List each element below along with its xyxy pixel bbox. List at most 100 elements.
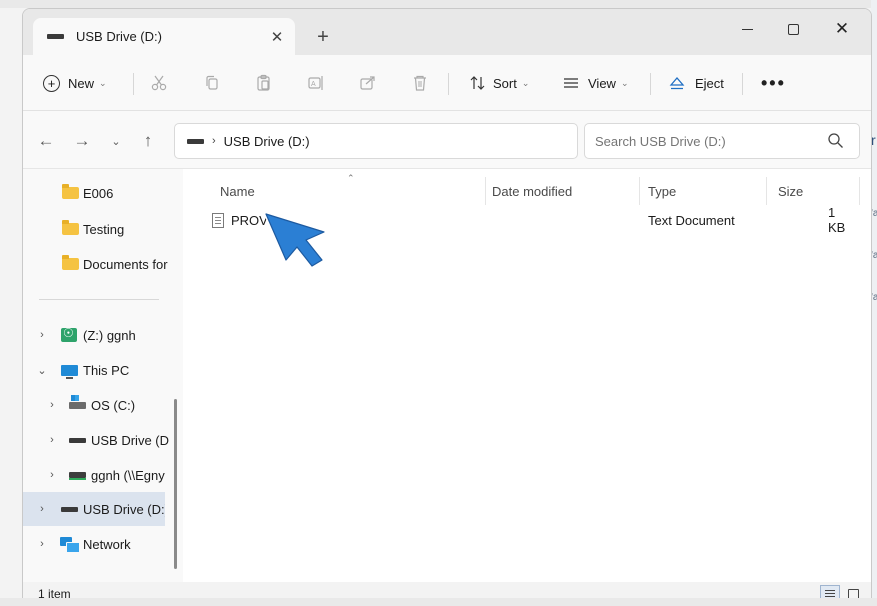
column-header-name[interactable]: Name [220,177,255,205]
up-button[interactable]: ↑ [133,126,163,156]
sidebar-item-label: OS (C:) [91,397,136,413]
pointer-arrow-icon [264,212,326,268]
new-tab-button[interactable]: + [307,23,339,51]
eject-button[interactable]: Eject [668,68,724,98]
sort-icon [470,76,485,90]
sidebar-item-os-c[interactable]: › OS (C:) [23,388,183,422]
delete-button[interactable] [406,69,434,97]
view-icon [564,78,578,88]
sidebar-item-testing[interactable]: Testing [23,212,183,246]
sidebar-item-label: Documents for [83,256,168,272]
address-row: ← → ⌄ ↑ › USB Drive (D:) ⌄ ↻ [23,111,871,169]
address-bar[interactable]: › USB Drive (D:) ⌄ ↻ [174,123,716,159]
paste-button[interactable] [250,69,278,97]
chevron-down-icon[interactable]: ⌄ [35,364,49,377]
os-drive-icon [68,394,86,414]
more-options-button[interactable]: ••• [761,73,786,94]
divider [742,73,743,95]
tab-title: USB Drive (D:) [76,29,162,44]
chevron-down-icon: ⌄ [99,77,107,88]
view-label: View [588,75,616,91]
usb-drive-icon [68,431,86,449]
trash-icon [414,75,426,91]
network-icon [60,535,80,553]
chevron-down-icon: ⌄ [620,77,629,88]
network-share-icon [68,466,86,484]
new-button[interactable]: + New ⌄ [43,68,107,98]
folder-icon [61,220,79,238]
divider [650,73,651,95]
sidebar-item-documents[interactable]: Documents for [23,247,183,281]
search-input[interactable] [584,123,860,159]
cut-button[interactable] [145,69,173,97]
forward-button[interactable]: → [67,126,97,156]
maximize-button[interactable] [770,9,816,49]
sort-button[interactable]: Sort ⌄ [469,68,529,98]
sidebar-item-label: (Z:) ggnh [83,327,136,343]
sidebar-item-label: USB Drive (D [91,432,170,448]
sidebar-item-z-drive[interactable]: › (Z:) ggnh [23,318,183,352]
rename-button[interactable]: A [302,69,330,97]
screen: r 'a 'a 'a USB Drive (D:) ✕ + ✕ + New ⌄ [0,0,877,606]
chevron-right-icon[interactable]: › [35,503,49,515]
navigation-pane: E006 Testing Documents for › (Z:) ggnh ⌄… [23,169,183,582]
usb-drive-icon [187,138,204,144]
sidebar-item-label: ggnh (\\Egny [91,467,165,483]
recent-locations-button[interactable]: ⌄ [101,126,131,156]
tab-usb-drive[interactable]: USB Drive (D:) ✕ [33,18,295,55]
back-button[interactable]: ← [31,126,61,156]
column-header-size[interactable]: Size [778,177,803,205]
column-divider[interactable] [639,177,640,205]
sidebar-item-usb-drive[interactable]: › USB Drive (D [23,423,183,457]
sidebar-item-label: Testing [83,221,125,237]
sidebar-item-this-pc[interactable]: ⌄ This PC [23,353,183,387]
sidebar-item-e006[interactable]: E006 [23,176,183,210]
share-button[interactable] [354,69,382,97]
sidebar-scrollbar[interactable] [174,399,177,569]
sidebar-item-network[interactable]: › Network [23,527,183,561]
search-icon [828,133,843,148]
column-header-date-modified[interactable]: Date modified [492,177,572,205]
sidebar-item-ggnh-share[interactable]: › ggnh (\\Egny [23,458,183,492]
file-size: 1 KB [828,205,846,235]
minimize-icon [741,28,753,30]
breadcrumb-usb-drive[interactable]: USB Drive (D:) [224,134,310,149]
plus-circle-icon: + [43,74,60,92]
chevron-right-icon[interactable]: › [35,538,49,550]
copy-button[interactable] [198,69,226,97]
folder-icon [61,184,79,202]
eject-icon [669,77,685,90]
background-app-strip [0,0,877,8]
chevron-right-icon[interactable]: › [45,399,59,411]
sidebar-item-label: This PC [83,362,130,378]
sidebar-item-usb-drive-d[interactable]: › USB Drive (D:) [23,492,165,526]
copy-icon [206,75,218,90]
monitor-icon [60,361,78,379]
column-header-type[interactable]: Type [648,177,676,205]
minimize-button[interactable] [724,9,770,49]
chevron-right-icon[interactable]: › [45,469,59,481]
file-explorer-window: USB Drive (D:) ✕ + ✕ + New ⌄ A Sort ⌄ Vi… [22,8,872,606]
sort-label: Sort [493,75,517,91]
view-button[interactable]: View ⌄ [562,68,629,98]
column-divider[interactable] [766,177,767,205]
text-document-icon [212,206,224,234]
rename-icon: A [308,76,323,90]
close-tab-icon[interactable]: ✕ [259,18,295,55]
chevron-right-icon[interactable]: › [35,329,49,341]
file-type: Text Document [648,212,735,228]
sidebar-item-label: E006 [83,185,114,201]
command-bar: + New ⌄ A Sort ⌄ View ⌄ Eject ••• [23,55,871,111]
divider [133,73,134,95]
chevron-right-icon[interactable]: › [45,434,59,446]
breadcrumb-chevron-icon: › [212,135,216,147]
title-bar: USB Drive (D:) ✕ + ✕ [23,9,871,55]
close-window-button[interactable]: ✕ [819,9,865,49]
paste-icon [257,74,270,91]
column-divider[interactable] [859,177,860,205]
network-drive-icon [60,326,78,344]
column-divider[interactable] [485,177,486,205]
sidebar-item-label: USB Drive (D:) [83,501,165,517]
scissors-icon [151,75,167,91]
maximize-icon [787,23,799,35]
